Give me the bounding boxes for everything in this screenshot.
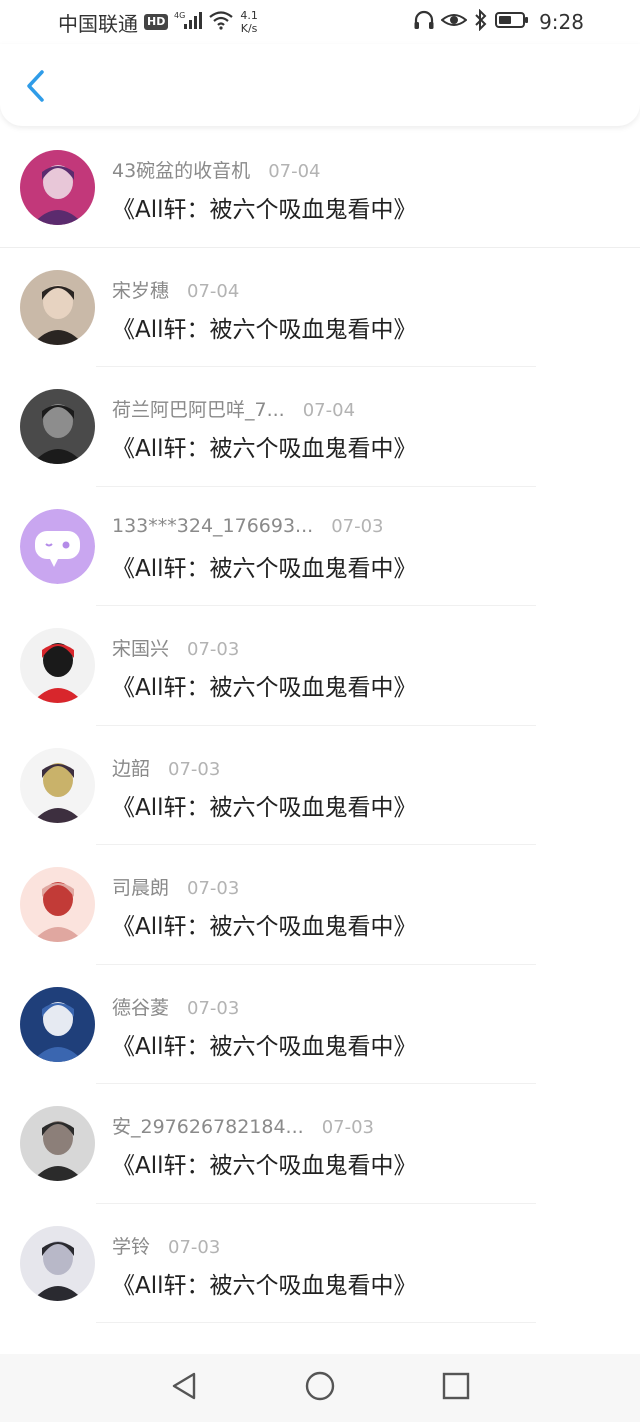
status-right: 9:28: [413, 8, 584, 35]
avatar[interactable]: [20, 389, 95, 464]
book-title[interactable]: 《All轩：被六个吸血鬼看中》: [112, 1146, 417, 1180]
signal-icon: 4G: [174, 10, 203, 34]
battery-icon: [495, 10, 529, 34]
user-name[interactable]: 学铃: [112, 1232, 150, 1259]
avatar[interactable]: [20, 867, 95, 942]
list-item[interactable]: 边韶 07-03 《All轩：被六个吸血鬼看中》: [0, 726, 640, 845]
book-title[interactable]: 《All轩：被六个吸血鬼看中》: [112, 310, 417, 344]
avatar[interactable]: [20, 1106, 95, 1181]
user-name[interactable]: 宋国兴: [112, 634, 169, 661]
user-name[interactable]: 宋岁穗: [112, 276, 169, 303]
comment-meta: 宋国兴 07-03: [112, 634, 239, 661]
nav-home-button[interactable]: [300, 1368, 340, 1408]
header-bar: [0, 44, 640, 126]
comment-meta: 司晨朗 07-03: [112, 873, 239, 900]
user-name[interactable]: 133***324_176693...: [112, 515, 313, 537]
chevron-left-icon: [24, 69, 46, 107]
book-title[interactable]: 《All轩：被六个吸血鬼看中》: [112, 788, 417, 822]
list-item[interactable]: 宋岁穗 07-04 《All轩：被六个吸血鬼看中》: [0, 248, 640, 367]
comment-date: 07-04: [268, 161, 321, 182]
network-speed: 4.1 K/s: [240, 9, 258, 35]
bluetooth-icon: [473, 8, 489, 35]
avatar[interactable]: [20, 986, 95, 1062]
list-item[interactable]: 学铃 07-03 《All轩：被六个吸血鬼看中》: [0, 1204, 640, 1323]
eye-icon: [440, 10, 468, 34]
system-nav-bar: [0, 1354, 640, 1422]
book-title[interactable]: 《All轩：被六个吸血鬼看中》: [112, 1027, 417, 1061]
circle-home-icon: [305, 1371, 335, 1405]
comment-meta: 德谷菱 07-03: [112, 993, 239, 1020]
comment-date: 07-03: [187, 639, 240, 660]
comment-meta: 学铃 07-03: [112, 1232, 220, 1259]
headphones-icon: [413, 10, 435, 34]
list-item[interactable]: 43碗盆的收音机 07-04 《All轩：被六个吸血鬼看中》: [0, 128, 640, 248]
list-item[interactable]: 宋国兴 07-03 《All轩：被六个吸血鬼看中》: [0, 606, 640, 726]
comment-date: 07-03: [331, 515, 384, 537]
comment-meta: 安_297626782184... 07-03: [112, 1112, 374, 1139]
user-name[interactable]: 安_297626782184...: [112, 1112, 304, 1139]
comment-list: 43碗盆的收音机 07-04 《All轩：被六个吸血鬼看中》 宋岁穗 07-04 《All…: [0, 128, 640, 1323]
comment-meta: 荷兰阿巴阿巴咩_7... 07-04: [112, 395, 355, 422]
list-item[interactable]: 133***324_176693... 07-03 《All轩：被六个吸血鬼看中》: [0, 487, 640, 606]
comment-meta: 边韶 07-03: [112, 754, 220, 781]
comment-date: 07-03: [187, 878, 240, 899]
book-title[interactable]: 《All轩：被六个吸血鬼看中》: [112, 429, 417, 463]
comment-meta: 133***324_176693... 07-03: [112, 515, 384, 537]
square-recents-icon: [442, 1372, 470, 1404]
avatar[interactable]: [20, 508, 95, 584]
comment-date: 07-04: [187, 280, 240, 302]
clock-time: 9:28: [539, 10, 584, 34]
book-title[interactable]: 《All轩：被六个吸血鬼看中》: [112, 907, 417, 941]
comment-date: 07-03: [168, 758, 221, 780]
triangle-back-icon: [170, 1371, 198, 1405]
comment-meta: 43碗盆的收音机 07-04: [112, 156, 321, 183]
carrier-label: 中国联通: [58, 11, 138, 36]
comment-date: 07-04: [302, 400, 356, 421]
status-left: 中国联通 HD 4G 4.1 K/s: [58, 8, 258, 37]
wifi-icon: [208, 10, 234, 34]
avatar[interactable]: [20, 628, 95, 703]
svg-text:4G: 4G: [174, 11, 185, 20]
status-bar: 中国联通 HD 4G 4.1 K/s 9:28: [0, 0, 640, 44]
nav-recents-button[interactable]: [436, 1368, 476, 1408]
book-title[interactable]: 《All轩：被六个吸血鬼看中》: [112, 1266, 417, 1300]
comment-date: 07-03: [187, 997, 240, 1019]
list-item[interactable]: 司晨朗 07-03 《All轩：被六个吸血鬼看中》: [0, 845, 640, 965]
user-name[interactable]: 荷兰阿巴阿巴咩_7...: [112, 395, 285, 422]
hd-badge: HD: [144, 14, 169, 30]
nav-back-button[interactable]: [164, 1368, 204, 1408]
avatar[interactable]: [20, 747, 95, 823]
user-name[interactable]: 边韶: [112, 754, 150, 781]
user-name[interactable]: 司晨朗: [112, 873, 169, 900]
avatar[interactable]: [20, 150, 95, 225]
book-title[interactable]: 《All轩：被六个吸血鬼看中》: [112, 549, 417, 583]
avatar[interactable]: [20, 1225, 95, 1301]
speed-unit: K/s: [240, 22, 258, 35]
back-button[interactable]: [20, 68, 50, 108]
speed-value: 4.1: [240, 9, 258, 22]
avatar[interactable]: [20, 269, 95, 345]
list-item[interactable]: 安_297626782184... 07-03 《All轩：被六个吸血鬼看中》: [0, 1084, 640, 1204]
book-title[interactable]: 《All轩：被六个吸血鬼看中》: [112, 668, 417, 702]
list-item[interactable]: 德谷菱 07-03 《All轩：被六个吸血鬼看中》: [0, 965, 640, 1084]
row-divider: [96, 1322, 536, 1323]
comment-date: 07-03: [168, 1236, 221, 1258]
comment-meta: 宋岁穗 07-04: [112, 276, 239, 303]
comment-date: 07-03: [321, 1117, 374, 1138]
list-item[interactable]: 荷兰阿巴阿巴咩_7... 07-04 《All轩：被六个吸血鬼看中》: [0, 367, 640, 487]
book-title[interactable]: 《All轩：被六个吸血鬼看中》: [112, 190, 417, 224]
user-name[interactable]: 德谷菱: [112, 993, 169, 1020]
user-name[interactable]: 43碗盆的收音机: [112, 156, 250, 183]
